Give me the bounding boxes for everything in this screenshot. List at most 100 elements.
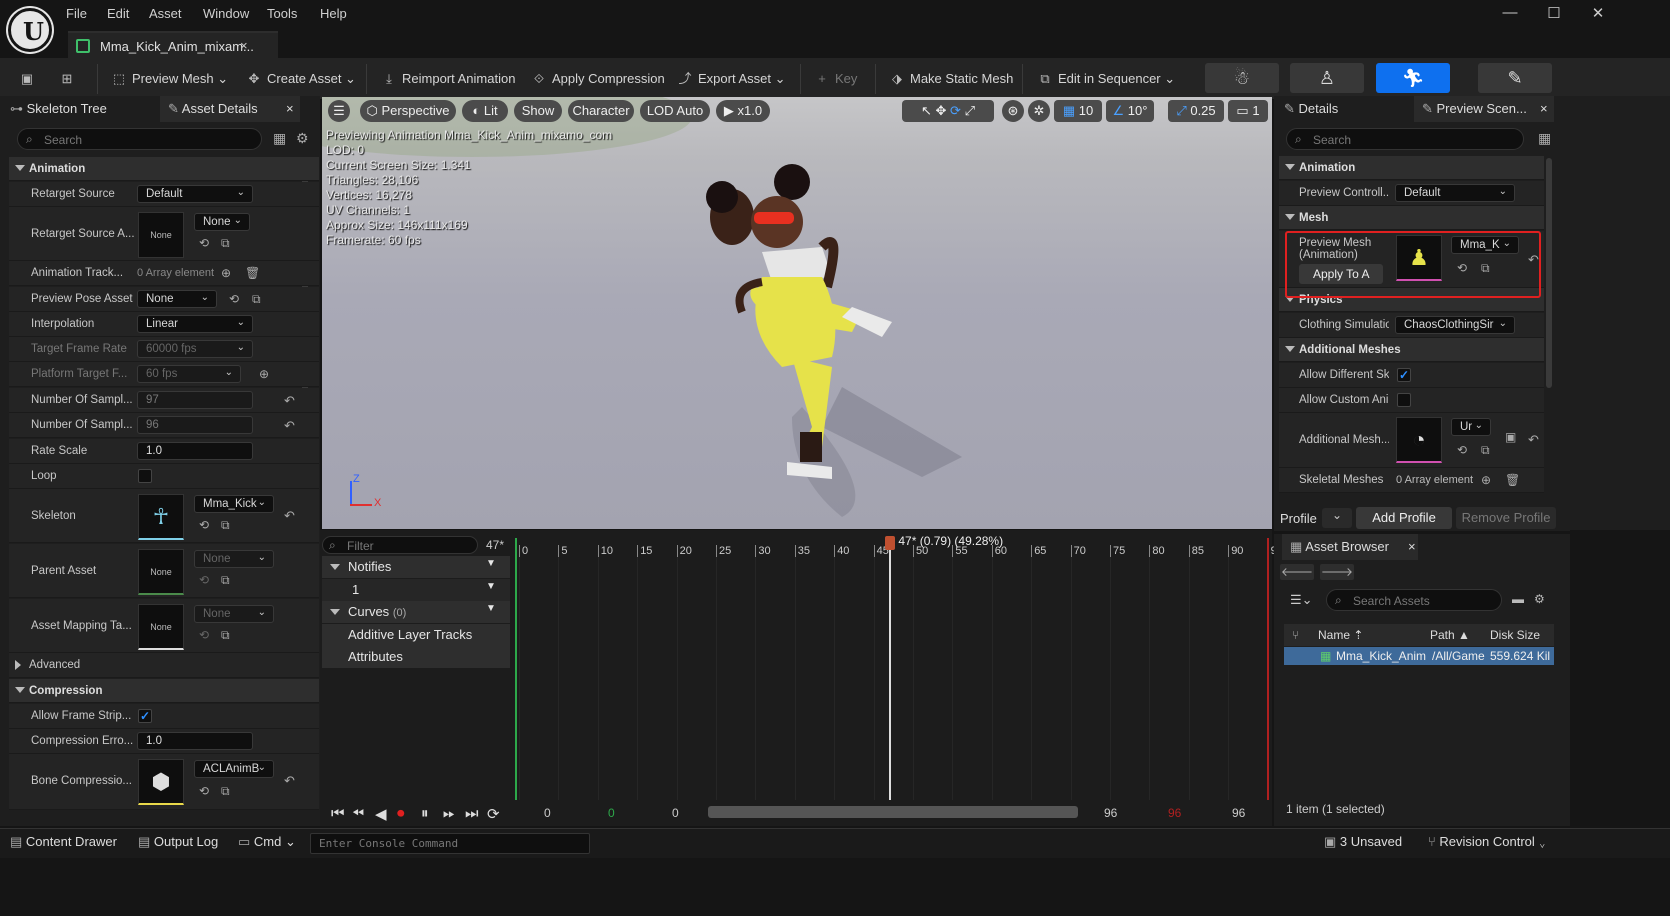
- playhead[interactable]: [889, 536, 892, 800]
- tab-skeleton-tree[interactable]: ⊶ Skeleton Tree: [10, 96, 107, 122]
- browse-asset-icon[interactable]: ⧉: [221, 518, 230, 533]
- num-samples-field[interactable]: 96: [137, 416, 253, 434]
- scale-snap-button[interactable]: ⤢ 0.25: [1168, 100, 1224, 122]
- bone-compression-picker[interactable]: ACLAnimB ⌄: [194, 760, 274, 778]
- apply-compression-button[interactable]: ⟐ Apply Compression: [530, 66, 665, 92]
- make-static-mesh-button[interactable]: ⬗ Make Static Mesh: [888, 66, 1013, 92]
- skeleton-mode-button[interactable]: ☃: [1205, 63, 1279, 93]
- loop-checkbox[interactable]: [138, 469, 152, 483]
- edit-in-sequencer-button[interactable]: ⧉ Edit in Sequencer ⌄: [1036, 66, 1175, 92]
- step-forward-icon[interactable]: ⏩︎: [443, 805, 455, 822]
- add-profile-button[interactable]: Add Profile: [1356, 507, 1452, 529]
- cmd-dropdown[interactable]: ▭ Cmd ⌄: [238, 834, 296, 854]
- camera-speed-button[interactable]: ▭ 1: [1228, 100, 1268, 122]
- allow-custom-anim-checkbox[interactable]: [1397, 393, 1411, 407]
- use-selected-icon[interactable]: ⟲: [199, 518, 209, 532]
- perspective-button[interactable]: ⬡ Perspective: [360, 100, 456, 122]
- target-frame-rate-dropdown[interactable]: 60000 fps ⌄: [137, 340, 253, 358]
- compression-asset-thumbnail[interactable]: ⬢: [138, 759, 184, 805]
- scrollbar[interactable]: [1546, 158, 1552, 388]
- playhead-handle[interactable]: [885, 536, 896, 550]
- use-selected-icon[interactable]: ⟲: [1457, 443, 1467, 457]
- transform-tools[interactable]: ↖ ✥ ⟳ ⤢: [902, 100, 994, 122]
- tab-preview-scene[interactable]: ✎ Preview Scen... ×: [1414, 96, 1554, 122]
- browse-asset-icon[interactable]: ⧉: [221, 573, 230, 588]
- document-tab[interactable]: Mma_Kick_Anim_mixam... ×: [68, 31, 278, 58]
- view-range-end[interactable]: 96: [1104, 806, 1117, 820]
- maximize-button[interactable]: ☐: [1544, 4, 1564, 24]
- section-animation[interactable]: Animation: [9, 157, 319, 181]
- console-command-input[interactable]: Enter Console Command: [310, 833, 590, 854]
- browse-icon[interactable]: ⊞: [58, 66, 80, 92]
- reset-icon[interactable]: ↶: [1528, 432, 1539, 448]
- mesh-mode-button[interactable]: ♙: [1290, 63, 1364, 93]
- viewport-menu-button[interactable]: ☰: [328, 100, 350, 122]
- mesh-thumbnail[interactable]: ◔: [1396, 417, 1442, 463]
- reset-icon[interactable]: ↶: [284, 418, 295, 434]
- settings-gear-icon[interactable]: ⚙: [1534, 592, 1545, 606]
- track-curves[interactable]: Curves (0) ▼: [322, 601, 510, 623]
- save-icon[interactable]: ▣: [1505, 430, 1516, 444]
- delete-icon[interactable]: 🗑︎: [245, 266, 260, 280]
- section-mesh[interactable]: Mesh: [1279, 206, 1544, 230]
- browse-asset-icon[interactable]: ⧉: [221, 628, 230, 643]
- go-to-start-icon[interactable]: ⏮: [331, 805, 345, 822]
- compression-error-field[interactable]: 1.0: [137, 732, 253, 750]
- close-tab-icon[interactable]: ×: [240, 38, 248, 53]
- allow-frame-strip-checkbox[interactable]: ✓: [138, 709, 152, 723]
- track-menu-icon[interactable]: ▼: [486, 581, 496, 592]
- playback-speed-button[interactable]: ▶ x1.0: [716, 100, 770, 122]
- output-log-button[interactable]: ▤ Output Log: [138, 834, 218, 854]
- timeline-scrollbar[interactable]: [708, 806, 1078, 818]
- animation-mode-button[interactable]: 🏃︎: [1376, 63, 1450, 93]
- close-tab-icon[interactable]: ×: [1408, 534, 1416, 560]
- preview-controller-dropdown[interactable]: Default ⌄: [1395, 184, 1515, 202]
- retarget-source-dropdown[interactable]: Default ⌄: [137, 185, 253, 203]
- section-compression[interactable]: Compression: [9, 679, 319, 703]
- track-filter-input[interactable]: ⌕ Filter: [322, 536, 478, 554]
- delete-icon[interactable]: 🗑︎: [1505, 473, 1520, 487]
- tab-details[interactable]: ✎ Details: [1284, 96, 1338, 122]
- reset-icon[interactable]: ↶: [284, 773, 295, 789]
- use-selected-icon[interactable]: ⟲: [199, 236, 209, 250]
- blueprint-mode-button[interactable]: ✎: [1478, 63, 1552, 93]
- remove-profile-button[interactable]: Remove Profile: [1456, 507, 1556, 529]
- browse-asset-icon[interactable]: ⧉: [1481, 443, 1490, 458]
- world-local-icon[interactable]: ✲: [1028, 100, 1050, 122]
- revision-control-button[interactable]: ⑂ Revision Control ⌄: [1428, 834, 1546, 854]
- create-asset-button[interactable]: ✥ Create Asset ⌄: [245, 66, 356, 92]
- asset-thumbnail[interactable]: None: [138, 212, 184, 258]
- grid-snap-button[interactable]: ▦ 10: [1054, 100, 1102, 122]
- browse-asset-icon[interactable]: ⧉: [252, 292, 261, 307]
- close-tab-icon[interactable]: ×: [1540, 96, 1548, 122]
- close-tab-icon[interactable]: ×: [286, 96, 294, 122]
- section-advanced[interactable]: Advanced: [9, 653, 319, 678]
- unreal-logo-icon[interactable]: U: [8, 8, 52, 52]
- step-back-icon[interactable]: ⏪︎: [352, 805, 364, 822]
- preview-mesh-button[interactable]: ⬚ Preview Mesh ⌄: [110, 66, 228, 92]
- unsaved-button[interactable]: ▣ 3 Unsaved: [1324, 834, 1402, 854]
- track-menu-icon[interactable]: ▼: [486, 603, 496, 614]
- num-samples-field[interactable]: 97: [137, 391, 253, 409]
- reset-icon[interactable]: ↶: [284, 508, 295, 524]
- interpolation-dropdown[interactable]: Linear ⌄: [137, 315, 253, 333]
- play-reverse-icon[interactable]: ◀: [375, 805, 387, 823]
- reset-icon[interactable]: ↶: [284, 393, 295, 409]
- asset-search-input[interactable]: ⌕ Search Assets: [1326, 589, 1502, 611]
- retarget-asset-picker[interactable]: None ⌄: [194, 213, 250, 231]
- asset-thumbnail[interactable]: None: [138, 549, 184, 595]
- menu-asset[interactable]: Asset: [149, 6, 182, 26]
- pause-icon[interactable]: ⏸: [421, 805, 429, 822]
- reimport-animation-button[interactable]: ⤓ Reimport Animation: [380, 66, 515, 92]
- go-to-end-icon[interactable]: ⏭: [465, 805, 479, 822]
- add-element-icon[interactable]: ⊕: [221, 266, 231, 280]
- loop-icon[interactable]: ⟳: [487, 805, 500, 823]
- columns-icon[interactable]: ▦: [1538, 130, 1551, 147]
- search-input[interactable]: ⌕ Search: [1286, 128, 1524, 150]
- record-icon[interactable]: ⏺: [397, 805, 405, 822]
- allow-different-skeletons-checkbox[interactable]: ✓: [1397, 368, 1411, 382]
- use-selected-icon[interactable]: ⟲: [199, 628, 209, 642]
- tab-asset-details[interactable]: ✎ Asset Details ×: [160, 96, 300, 122]
- use-selected-icon[interactable]: ⟲: [199, 784, 209, 798]
- character-button[interactable]: Character: [568, 100, 634, 122]
